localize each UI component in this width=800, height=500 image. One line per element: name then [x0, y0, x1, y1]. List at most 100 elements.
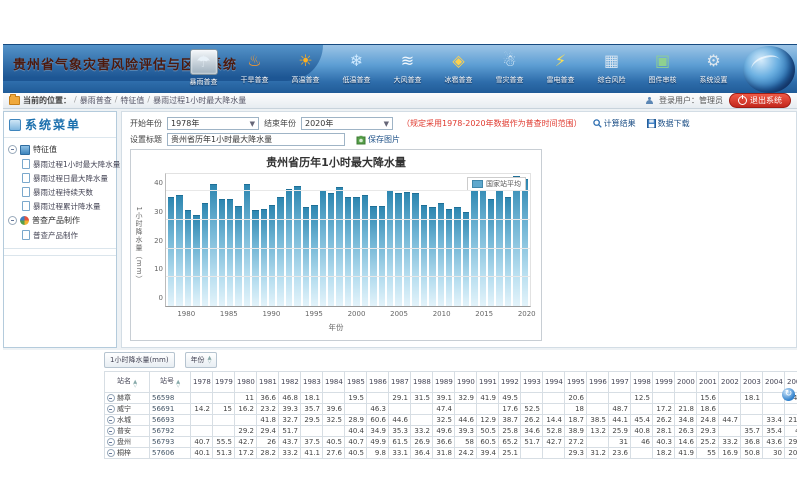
- bar-1979[interactable]: [176, 195, 182, 306]
- sidebar-item[interactable]: 暴雨过程日最大降水量: [8, 171, 114, 185]
- bar-2005[interactable]: [395, 193, 401, 306]
- breadcrumb-item[interactable]: 暴雨普查: [80, 95, 112, 106]
- col-header-year[interactable]: 1986: [367, 372, 389, 393]
- nav-comprehensive-risk[interactable]: ▦综合风险: [590, 49, 633, 87]
- bar-2001[interactable]: [362, 195, 368, 306]
- bar-2012[interactable]: [454, 207, 460, 306]
- tree-expander-icon[interactable]: [8, 216, 17, 225]
- col-header-year[interactable]: 1985: [345, 372, 367, 393]
- bar-2016[interactable]: [488, 199, 494, 306]
- start-year-select[interactable]: 1978年▼: [167, 117, 259, 130]
- nav-map-review[interactable]: ▣图件审核: [641, 49, 684, 87]
- sidebar-item[interactable]: 普查产品制作: [8, 228, 114, 242]
- col-header-year[interactable]: 2003: [741, 372, 763, 393]
- nav-rainstorm-survey[interactable]: ☂暴雨普查: [182, 49, 225, 87]
- row-expander-icon[interactable]: [107, 427, 115, 435]
- sidebar-group-1[interactable]: 普查产品制作: [8, 213, 114, 228]
- col-header-year[interactable]: 1987: [389, 372, 411, 393]
- station-name-cell[interactable]: 赫章: [105, 393, 150, 404]
- col-header-year[interactable]: 1984: [323, 372, 345, 393]
- bar-2007[interactable]: [412, 193, 418, 306]
- filter-chip-precip[interactable]: 1小时降水量(mm): [104, 352, 175, 368]
- bar-2019[interactable]: [513, 176, 519, 306]
- col-header-year[interactable]: 2000: [675, 372, 697, 393]
- row-expander-icon[interactable]: [107, 405, 115, 413]
- nav-high-temp-survey[interactable]: ☀高温普查: [284, 49, 327, 87]
- col-header-year[interactable]: 1991: [477, 372, 499, 393]
- station-name-cell[interactable]: 水城: [105, 415, 150, 426]
- row-expander-icon[interactable]: [107, 449, 115, 457]
- bar-2011[interactable]: [446, 209, 452, 306]
- col-header-station-name[interactable]: 站名 ▲▽: [105, 372, 150, 393]
- bar-2018[interactable]: [505, 197, 511, 306]
- col-header-year[interactable]: 1992: [499, 372, 521, 393]
- nav-wind-survey[interactable]: ≋大风普查: [386, 49, 429, 87]
- station-name-cell[interactable]: 桐梓: [105, 448, 150, 459]
- bar-2009[interactable]: [429, 207, 435, 306]
- col-header-year[interactable]: 1983: [301, 372, 323, 393]
- station-name-cell[interactable]: 威宁: [105, 404, 150, 415]
- bar-1983[interactable]: [210, 184, 216, 306]
- bar-2013[interactable]: [463, 212, 469, 306]
- bar-2015[interactable]: [480, 182, 486, 306]
- bar-2003[interactable]: [379, 206, 385, 306]
- col-header-year[interactable]: 1997: [609, 372, 631, 393]
- row-expander-icon[interactable]: [107, 416, 115, 424]
- col-header-year[interactable]: 1998: [631, 372, 653, 393]
- col-header-year[interactable]: 2002: [719, 372, 741, 393]
- bar-1986[interactable]: [235, 206, 241, 306]
- bar-1991[interactable]: [277, 197, 283, 306]
- row-expander-icon[interactable]: [107, 394, 115, 402]
- col-header-year[interactable]: 1995: [565, 372, 587, 393]
- nav-system-settings[interactable]: ⚙系统设置: [692, 49, 735, 87]
- chart-title-input[interactable]: [167, 133, 345, 146]
- logout-button[interactable]: 退出系统: [729, 93, 791, 108]
- filter-chip-year[interactable]: 年份 ▲▽: [185, 352, 218, 368]
- breadcrumb-item[interactable]: 特征值: [120, 95, 144, 106]
- bar-1984[interactable]: [219, 199, 225, 306]
- bar-1978[interactable]: [168, 197, 174, 306]
- nav-snow-survey[interactable]: ☃雪灾普查: [488, 49, 531, 87]
- col-header-year[interactable]: 1990: [455, 372, 477, 393]
- save-image-button[interactable]: 保存图片: [356, 134, 400, 145]
- bar-1999[interactable]: [345, 197, 351, 306]
- bar-1981[interactable]: [193, 215, 199, 306]
- col-header-year[interactable]: 1979: [213, 372, 235, 393]
- breadcrumb-item[interactable]: 暴雨过程1小时最大降水量: [153, 95, 246, 106]
- bar-1988[interactable]: [252, 210, 258, 306]
- bar-1980[interactable]: [185, 210, 191, 306]
- refresh-spinner-icon[interactable]: ↻: [782, 388, 795, 401]
- bar-2002[interactable]: [370, 206, 376, 306]
- bar-1997[interactable]: [328, 193, 334, 306]
- sidebar-group-0[interactable]: 特征值: [8, 142, 114, 157]
- bar-1985[interactable]: [227, 199, 233, 306]
- bar-2000[interactable]: [353, 197, 359, 306]
- station-name-cell[interactable]: 普安: [105, 426, 150, 437]
- sidebar-item[interactable]: 暴雨过程累计降水量: [8, 199, 114, 213]
- col-header-year[interactable]: 1981: [257, 372, 279, 393]
- bar-1994[interactable]: [303, 207, 309, 306]
- download-button[interactable]: 数据下载: [647, 118, 690, 129]
- col-header-year[interactable]: 1999: [653, 372, 675, 393]
- nav-lightning-survey[interactable]: ⚡雷电普查: [539, 49, 582, 87]
- col-header-year[interactable]: 2004: [763, 372, 785, 393]
- col-header-year[interactable]: 1978: [191, 372, 213, 393]
- bar-1993[interactable]: [294, 186, 300, 306]
- col-header-station-id[interactable]: 站号 ▲▽: [150, 372, 191, 393]
- sidebar-item[interactable]: 暴雨过程持续天数: [8, 185, 114, 199]
- col-header-year[interactable]: 1989: [433, 372, 455, 393]
- bar-1987[interactable]: [244, 184, 250, 306]
- bar-2020[interactable]: [522, 179, 528, 306]
- col-header-year[interactable]: 1993: [521, 372, 543, 393]
- bar-2006[interactable]: [404, 192, 410, 306]
- station-name-cell[interactable]: 盘州: [105, 437, 150, 448]
- bar-1989[interactable]: [261, 209, 267, 306]
- col-header-year[interactable]: 1982: [279, 372, 301, 393]
- nav-drought-survey[interactable]: ♨干旱普查: [233, 49, 276, 87]
- col-header-year[interactable]: 1988: [411, 372, 433, 393]
- col-header-year[interactable]: 2001: [697, 372, 719, 393]
- sidebar-item[interactable]: 暴雨过程1小时最大降水量: [8, 157, 114, 171]
- tree-expander-icon[interactable]: [8, 145, 17, 154]
- nav-hail-survey[interactable]: ◈冰雹普查: [437, 49, 480, 87]
- end-year-select[interactable]: 2020年▼: [301, 117, 393, 130]
